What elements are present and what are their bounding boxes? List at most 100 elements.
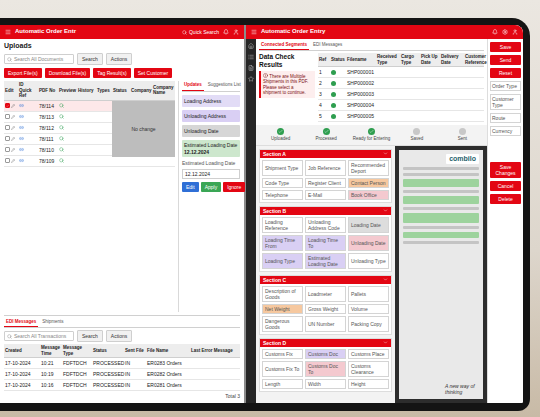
toolbar-button[interactable]: Tag Result(s) <box>93 68 130 78</box>
column-header[interactable]: History <box>77 81 96 99</box>
panel-tab[interactable]: Connected Segments <box>259 41 309 50</box>
preview-icon[interactable] <box>59 158 64 163</box>
form-field[interactable]: Customs Fix To <box>262 361 303 377</box>
form-field[interactable]: Book Office <box>348 190 389 200</box>
edit-icon[interactable] <box>11 137 15 141</box>
form-field[interactable]: Shipment Type <box>262 160 303 176</box>
column-header[interactable]: Customer Reference <box>464 53 488 66</box>
column-header[interactable]: Pick Up Date <box>420 53 440 66</box>
form-field[interactable]: Customs Clearance <box>348 361 389 377</box>
form-field[interactable]: Packing Copy <box>348 316 389 332</box>
toolbar-button[interactable]: Download File(s) <box>45 68 91 78</box>
bell-icon[interactable] <box>223 29 229 35</box>
form-field[interactable]: Customs Doc To <box>305 361 346 377</box>
preview-icon[interactable] <box>59 125 64 130</box>
form-field[interactable]: Loading Date <box>348 217 389 233</box>
bottom-tab[interactable]: EDI Messages <box>4 318 38 327</box>
row-checkbox[interactable] <box>5 103 10 108</box>
column-header[interactable]: Edit <box>4 81 18 99</box>
row-checkbox[interactable] <box>5 125 10 130</box>
side-field[interactable]: Route <box>490 113 521 123</box>
column-header[interactable]: Company <box>130 81 152 99</box>
link-icon[interactable] <box>19 147 24 152</box>
section-header[interactable]: Section A <box>260 150 391 158</box>
bell-icon[interactable] <box>492 29 498 35</box>
column-header[interactable]: Filename <box>346 53 376 66</box>
column-header[interactable]: Status <box>92 344 124 357</box>
link-icon[interactable] <box>19 158 24 163</box>
side-field[interactable]: Order Type <box>490 81 521 91</box>
menu-icon[interactable] <box>251 29 257 35</box>
form-field[interactable]: Loading Time From <box>262 235 303 251</box>
panel-tab[interactable]: Suggestions List <box>206 81 243 90</box>
form-field[interactable]: Register Client <box>305 178 346 188</box>
table-row[interactable]: 17-10-202410:16FDFTDCHPROCESSEDINER0281 … <box>4 380 240 391</box>
link-icon[interactable] <box>19 114 24 119</box>
list-icon[interactable] <box>248 54 254 60</box>
user-icon[interactable] <box>512 29 518 35</box>
form-field[interactable]: Recommended Deport <box>348 160 389 176</box>
preview-icon[interactable] <box>59 114 64 119</box>
row-checkbox[interactable] <box>5 114 10 119</box>
link-icon[interactable] <box>19 103 24 108</box>
form-field[interactable]: Code Type <box>262 178 303 188</box>
form-field[interactable]: Description of Goods <box>262 286 303 302</box>
form-field[interactable]: Estimated Loading Date <box>305 253 346 269</box>
column-header[interactable]: ID Quick Ref <box>18 81 38 99</box>
panel-button[interactable]: Ignore <box>223 182 245 192</box>
menu-icon[interactable] <box>5 29 11 35</box>
link-icon[interactable] <box>19 136 24 141</box>
update-item[interactable]: Estimated Loading Date12.12.2024 <box>182 140 240 157</box>
table-row[interactable]: 2SHP000002 <box>318 78 484 89</box>
column-header[interactable]: Message Type <box>62 344 92 357</box>
column-header[interactable]: Received Type <box>376 53 400 66</box>
form-field[interactable]: Height <box>348 379 389 389</box>
column-header[interactable]: Delivery Date <box>440 53 464 66</box>
search-button[interactable]: Search <box>77 53 103 65</box>
gear-icon[interactable] <box>502 29 508 35</box>
preview-icon[interactable] <box>59 147 64 152</box>
section-header[interactable]: Section B <box>260 207 391 215</box>
form-field[interactable]: Net Weight <box>262 304 303 314</box>
form-field[interactable]: Job Reference <box>305 160 346 176</box>
form-field[interactable]: Unloading Date <box>348 235 389 251</box>
row-checkbox[interactable] <box>5 158 10 163</box>
form-field[interactable]: Customs Doc <box>305 349 346 359</box>
star-icon[interactable] <box>248 76 254 82</box>
column-header[interactable]: Created <box>4 344 40 357</box>
form-field[interactable]: Loadmeter <box>305 286 346 302</box>
action-button[interactable]: Cancel <box>490 181 521 191</box>
column-header[interactable]: File Name <box>146 344 190 357</box>
side-field[interactable]: Currency <box>490 126 521 136</box>
edit-icon[interactable] <box>11 115 15 119</box>
edit-icon[interactable] <box>11 104 15 108</box>
edit-icon[interactable] <box>11 148 15 152</box>
edit-icon[interactable] <box>11 159 15 163</box>
form-field[interactable]: Unloading Type <box>348 253 389 269</box>
form-field[interactable]: Width <box>305 379 346 389</box>
column-header[interactable]: Preview <box>58 81 77 99</box>
action-button[interactable]: Reset <box>490 68 521 78</box>
toolbar-button[interactable]: Export File(s) <box>4 68 42 78</box>
side-field[interactable]: Customer Type <box>490 94 521 110</box>
table-row[interactable]: 17-10-202410:21FDFTDCHPROCESSEDINER0283 … <box>4 358 240 369</box>
form-field[interactable]: Pallets <box>348 286 389 302</box>
form-field[interactable]: E-Mail <box>305 190 346 200</box>
form-field[interactable]: Loading Time To <box>305 235 346 251</box>
update-item[interactable]: Loading Address <box>182 95 240 107</box>
form-field[interactable]: Volume <box>348 304 389 314</box>
form-field[interactable]: UN Number <box>305 316 346 332</box>
form-field[interactable]: Unloading Address Code <box>305 217 346 233</box>
table-row[interactable]: 17-10-202410:19FDFTDCHPROCESSEDINER0282 … <box>4 369 240 380</box>
action-button[interactable]: Save <box>490 42 521 52</box>
form-field[interactable]: Telephone <box>262 190 303 200</box>
quick-search[interactable]: Quick Search <box>182 29 219 35</box>
panel-tab[interactable]: EDI Messages <box>311 41 344 50</box>
column-header[interactable]: Last Error Message <box>190 344 240 357</box>
panel-button[interactable]: Edit <box>182 182 199 192</box>
column-header[interactable]: PDF No <box>38 81 58 99</box>
form-field[interactable]: Gross Weight <box>305 304 346 314</box>
row-checkbox[interactable] <box>5 147 10 152</box>
table-row[interactable]: 5SHP000005 <box>318 111 484 122</box>
table-row[interactable]: 4SHP000004 <box>318 100 484 111</box>
